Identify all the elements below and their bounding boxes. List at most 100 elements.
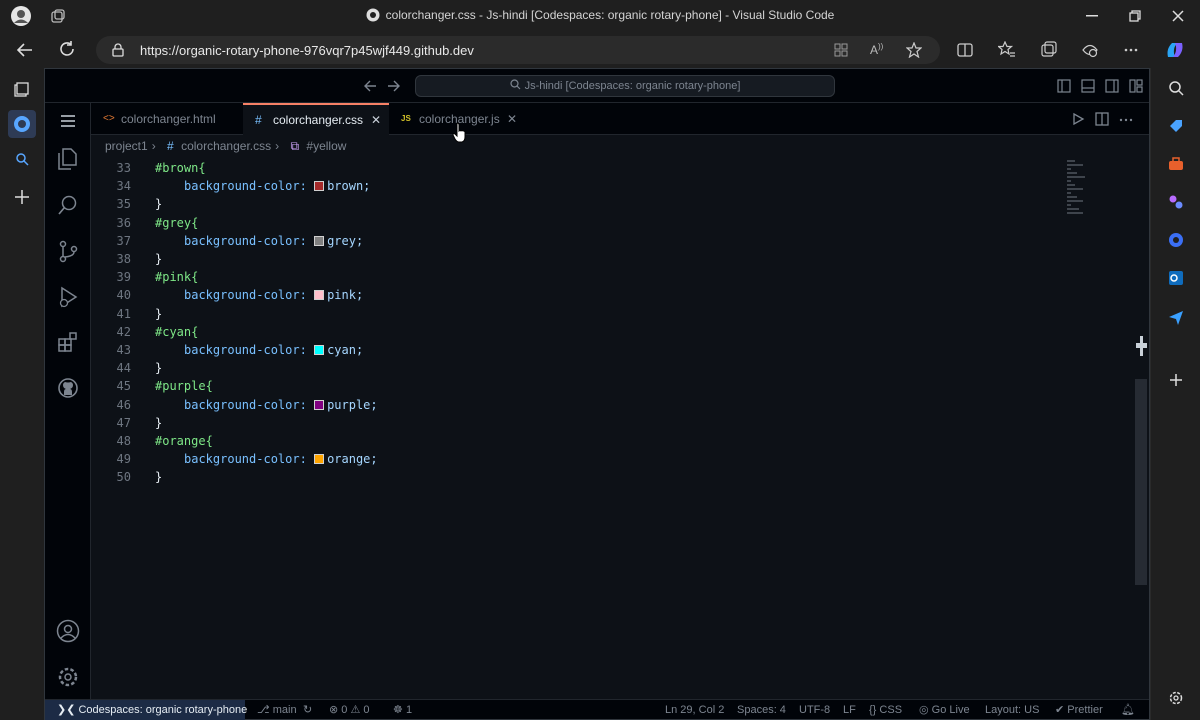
- github-icon: [366, 8, 380, 22]
- editor-scrollbar[interactable]: [1135, 379, 1147, 585]
- minimize-icon[interactable]: [1086, 15, 1098, 17]
- indentation[interactable]: Spaces: 4: [737, 700, 786, 720]
- close-tab-icon[interactable]: ✕: [507, 103, 517, 135]
- shopping-tag-icon[interactable]: [1168, 118, 1184, 134]
- warning-icon: ⚠: [350, 704, 361, 716]
- refresh-icon[interactable]: [58, 40, 76, 58]
- run-code-icon[interactable]: [1071, 112, 1085, 126]
- microsoft-365-icon[interactable]: [1168, 232, 1184, 248]
- back-icon[interactable]: [16, 41, 34, 59]
- code-text: #pink{: [155, 268, 198, 286]
- color-swatch[interactable]: [314, 235, 325, 246]
- tab-colorchanger-css[interactable]: # colorchanger.css ✕: [243, 103, 389, 135]
- toggle-secondary-sidebar-icon[interactable]: [1105, 79, 1119, 93]
- language-mode[interactable]: {} CSS: [869, 700, 902, 720]
- cursor-position[interactable]: Ln 29, Col 2: [665, 700, 724, 720]
- color-swatch[interactable]: [314, 399, 325, 410]
- branch-indicator[interactable]: ⎇ main: [257, 700, 297, 720]
- notifications-bell-icon[interactable]: 🔔︎: [1121, 700, 1135, 720]
- games-icon[interactable]: [1168, 194, 1184, 210]
- css-value: orange;: [327, 452, 378, 467]
- remote-indicator[interactable]: ❯❮ Codespaces: organic rotary-phone: [45, 700, 248, 720]
- code-text: #brown{: [155, 159, 206, 177]
- run-debug-icon[interactable]: [57, 285, 79, 309]
- command-center[interactable]: Js-hindi [Codespaces: organic rotary-pho…: [415, 75, 835, 97]
- color-swatch[interactable]: [314, 290, 325, 301]
- code-text: }: [155, 468, 162, 486]
- tab-actions-icon[interactable]: [13, 82, 29, 98]
- line-number: 37: [116, 233, 131, 248]
- ports-indicator[interactable]: ☸ 1: [393, 700, 412, 720]
- collections-icon[interactable]: [1040, 41, 1058, 59]
- tab-label: colorchanger.html: [121, 112, 216, 126]
- browser-essentials-icon[interactable]: [1081, 41, 1099, 59]
- minimap[interactable]: [1065, 159, 1087, 219]
- github-tab-icon[interactable]: [8, 110, 36, 138]
- source-control-icon[interactable]: [57, 239, 79, 263]
- keyboard-layout[interactable]: Layout: US: [985, 700, 1039, 720]
- remote-text: Codespaces: organic rotary-phone: [78, 704, 248, 716]
- sidebar-search-icon[interactable]: [1168, 80, 1184, 96]
- go-live-button[interactable]: ◎ Go Live: [919, 700, 970, 720]
- color-swatch[interactable]: [314, 454, 325, 465]
- code-text: #purple{: [155, 377, 213, 395]
- closing-brace: }: [155, 470, 163, 485]
- encoding[interactable]: UTF-8: [799, 700, 830, 720]
- close-tab-icon[interactable]: ✕: [371, 105, 381, 135]
- manage-gear-icon[interactable]: [56, 665, 80, 689]
- restore-icon[interactable]: [1129, 10, 1141, 22]
- address-bar[interactable]: https://organic-rotary-phone-976vqr7p45w…: [96, 36, 940, 64]
- code-editor[interactable]: 33 #brown{34 background-color: brown; 35} 36…: [91, 159, 1091, 699]
- breadcrumb-folder[interactable]: project1: [105, 139, 148, 153]
- copilot-icon[interactable]: [1164, 39, 1186, 61]
- outlook-icon[interactable]: [1168, 270, 1184, 286]
- tab-colorchanger-html[interactable]: <> colorchanger.html: [91, 103, 243, 135]
- customize-layout-icon[interactable]: [1129, 79, 1143, 93]
- window-title: colorchanger.css - Js-hindi [Codespaces:…: [0, 8, 1200, 22]
- drop-send-icon[interactable]: [1168, 310, 1184, 326]
- menu-hamburger-icon[interactable]: [60, 114, 76, 128]
- accounts-icon[interactable]: [56, 619, 80, 643]
- close-window-icon[interactable]: [1172, 10, 1184, 22]
- read-aloud-icon[interactable]: A)): [870, 42, 883, 57]
- add-sidebar-app-icon[interactable]: [1168, 372, 1184, 388]
- command-center-text: Js-hindi [Codespaces: organic rotary-pho…: [524, 80, 741, 92]
- css-selector: #cyan{: [155, 324, 199, 339]
- breadcrumb-file[interactable]: colorchanger.css: [181, 139, 271, 153]
- tools-briefcase-icon[interactable]: [1168, 156, 1184, 172]
- end-of-line[interactable]: LF: [843, 700, 856, 720]
- split-editor-icon[interactable]: [1095, 112, 1109, 126]
- new-tab-plus-icon[interactable]: [14, 189, 30, 205]
- sync-icon[interactable]: ↻: [303, 700, 312, 720]
- explorer-icon[interactable]: [56, 147, 78, 171]
- ports-icon: ☸: [393, 704, 403, 716]
- favorites-icon[interactable]: [998, 41, 1016, 59]
- warning-count: 0: [363, 704, 370, 716]
- nav-forward-icon[interactable]: [387, 79, 401, 93]
- search-icon[interactable]: [57, 194, 79, 216]
- search-tab-icon[interactable]: [15, 152, 29, 166]
- editor-more-actions-icon[interactable]: [1119, 118, 1133, 122]
- lock-icon[interactable]: [112, 43, 124, 57]
- sidebar-settings-icon[interactable]: [1168, 690, 1184, 706]
- breadcrumb: project1 › # colorchanger.css › ⧉ #yellow: [105, 139, 350, 155]
- extensions-icon[interactable]: [57, 331, 79, 353]
- github-activity-icon[interactable]: [57, 377, 79, 399]
- prettier-indicator[interactable]: ✔ Prettier: [1055, 700, 1103, 720]
- split-screen-icon[interactable]: [957, 42, 973, 58]
- css-selector: #purple{: [155, 379, 213, 394]
- color-swatch[interactable]: [314, 345, 325, 355]
- more-options-icon[interactable]: [1124, 48, 1138, 52]
- css-value: purple;: [327, 397, 378, 412]
- nav-back-icon[interactable]: [363, 79, 377, 93]
- ports-count: 1: [405, 704, 413, 716]
- breadcrumb-symbol[interactable]: #yellow: [306, 139, 346, 153]
- code-text: }: [155, 414, 162, 432]
- app-available-icon[interactable]: [834, 43, 848, 57]
- color-swatch[interactable]: [314, 181, 325, 192]
- toggle-primary-sidebar-icon[interactable]: [1057, 79, 1071, 93]
- toggle-panel-icon[interactable]: [1081, 79, 1095, 93]
- favorite-star-icon[interactable]: [906, 42, 922, 58]
- css-value: cyan;: [327, 343, 364, 357]
- problems-indicator[interactable]: ⊗ 0 ⚠ 0: [329, 700, 370, 720]
